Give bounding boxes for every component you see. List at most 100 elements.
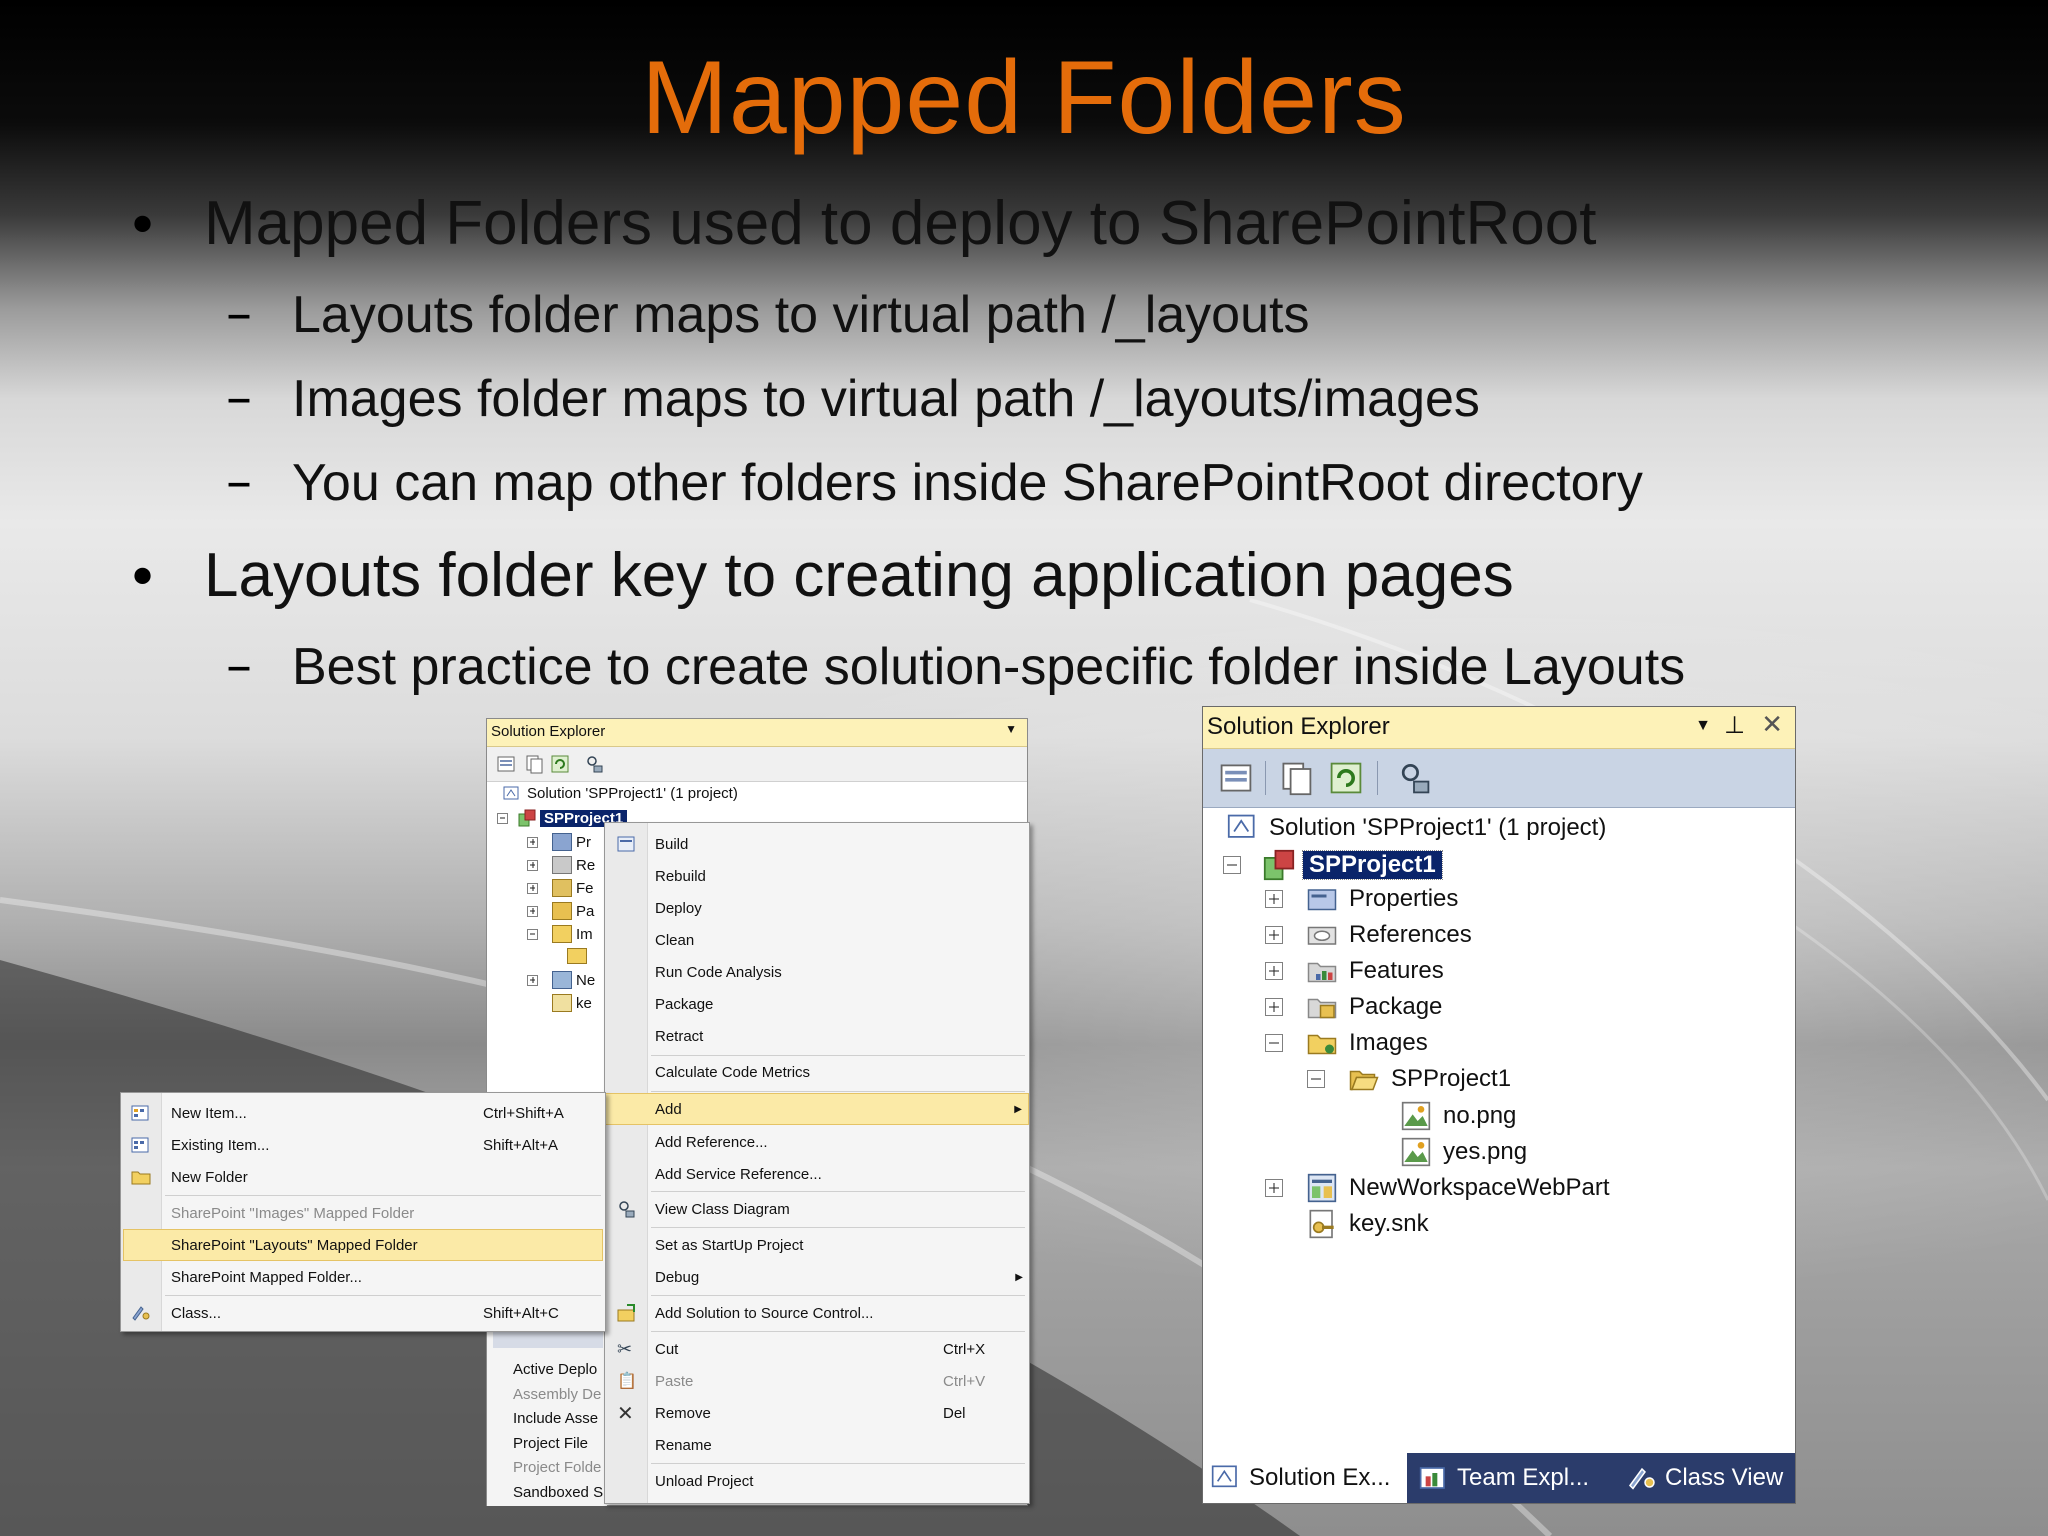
show-all-files-icon[interactable]	[523, 753, 545, 775]
expand-icon[interactable]	[527, 905, 538, 917]
tree-item-properties[interactable]: Properties	[1265, 885, 1458, 913]
menu-item-add[interactable]: Add ▶	[605, 1093, 1029, 1125]
property-name[interactable]: Active Deplo	[513, 1358, 603, 1383]
tree-item-references[interactable]: References	[1265, 921, 1472, 949]
key-icon	[552, 994, 572, 1012]
menu-item-unload-project[interactable]: Unload Project	[605, 1465, 1029, 1497]
menu-separator	[651, 1295, 1025, 1296]
menu-item-run-code-analysis[interactable]: Run Code Analysis	[605, 957, 1029, 987]
property-name[interactable]: Project File	[513, 1432, 603, 1457]
menu-item-new-item[interactable]: New Item... Ctrl+Shift+A	[121, 1097, 605, 1129]
left-tree-row[interactable]: Ne	[527, 971, 595, 989]
menu-item-deploy[interactable]: Deploy	[605, 893, 1029, 923]
view-class-diagram-icon[interactable]	[1395, 759, 1433, 797]
expand-icon[interactable]	[1265, 926, 1283, 944]
menu-item-images-mapped-folder[interactable]: SharePoint "Images" Mapped Folder	[121, 1197, 605, 1229]
expand-icon[interactable]	[527, 974, 538, 986]
tree-item-key-snk[interactable]: key.snk	[1307, 1209, 1429, 1239]
property-name[interactable]: Include Asse	[513, 1407, 603, 1432]
menu-item-sharepoint-mapped-folder[interactable]: SharePoint Mapped Folder...	[121, 1261, 605, 1293]
menu-item-new-folder[interactable]: New Folder	[121, 1161, 605, 1193]
refresh-icon[interactable]	[1327, 759, 1365, 797]
menu-item-retract[interactable]: Retract	[605, 1021, 1029, 1051]
property-name[interactable]: Assembly De	[513, 1383, 603, 1408]
right-solution-node[interactable]: Solution 'SPProject1' (1 project)	[1227, 813, 1606, 843]
left-tree-row[interactable]: Im	[527, 925, 593, 943]
menu-item-package[interactable]: Package	[605, 989, 1029, 1019]
tab-solution-explorer[interactable]: Solution Ex...	[1203, 1453, 1407, 1503]
tree-item-yes-png[interactable]: yes.png	[1401, 1137, 1527, 1167]
menu-item-clean[interactable]: Clean	[605, 925, 1029, 955]
collapse-icon[interactable]	[1265, 1034, 1283, 1052]
right-solution-explorer: Solution Explorer ▼ ⊥ ✕ Solution 'SPProj…	[1202, 706, 1796, 1504]
bullet-6: Best practice to create solution-specifi…	[292, 638, 1686, 696]
menu-item-add-reference[interactable]: Add Reference...	[605, 1127, 1029, 1157]
tab-team-explorer[interactable]: Team Expl...	[1415, 1453, 1605, 1503]
menu-item-set-startup-project[interactable]: Set as StartUp Project	[605, 1229, 1029, 1261]
expand-icon[interactable]	[527, 859, 538, 871]
tree-item-package[interactable]: Package	[1265, 993, 1442, 1021]
left-tree-row[interactable]: Pa	[527, 902, 594, 920]
menu-item-add-solution-to-source-control[interactable]: Add Solution to Source Control...	[605, 1297, 1029, 1329]
right-project-node[interactable]: SPProject1	[1223, 849, 1443, 881]
menu-item-rename[interactable]: Rename	[605, 1429, 1029, 1461]
pin-icon[interactable]: ⊥	[1724, 711, 1745, 740]
menu-item-calculate-code-metrics[interactable]: Calculate Code Metrics	[605, 1057, 1029, 1087]
tree-label: key.snk	[1349, 1210, 1429, 1237]
close-icon[interactable]: ✕	[1761, 709, 1783, 740]
tree-item-newworkspacewebpart[interactable]: NewWorkspaceWebPart	[1265, 1173, 1610, 1203]
show-all-files-icon[interactable]	[1277, 759, 1315, 797]
menu-item-cut[interactable]: ✂ Cut Ctrl+X	[605, 1333, 1029, 1365]
tree-label: Fe	[576, 879, 594, 897]
properties-icon[interactable]	[1217, 759, 1255, 797]
tab-class-view[interactable]: Class View	[1623, 1453, 1793, 1503]
collapse-icon[interactable]	[497, 812, 508, 824]
csharp-project-icon	[518, 809, 536, 827]
dropdown-arrow-icon[interactable]: ▼	[1695, 717, 1711, 735]
collapse-icon[interactable]	[1307, 1070, 1325, 1088]
tree-label: Package	[1349, 993, 1443, 1020]
expand-icon[interactable]	[1265, 890, 1283, 908]
menu-item-paste[interactable]: 📋 Paste Ctrl+V	[605, 1365, 1029, 1397]
tree-item-images[interactable]: Images	[1265, 1029, 1428, 1057]
collapse-icon[interactable]	[1223, 856, 1241, 874]
expand-icon[interactable]	[1265, 962, 1283, 980]
tree-item-no-png[interactable]: no.png	[1401, 1101, 1516, 1131]
menu-item-existing-item[interactable]: Existing Item... Shift+Alt+A	[121, 1129, 605, 1161]
left-tree-row[interactable]: Re	[527, 856, 595, 874]
expand-icon[interactable]	[527, 836, 538, 848]
expand-icon[interactable]	[1265, 1179, 1283, 1197]
left-tree-row[interactable]: Pr	[527, 833, 591, 851]
left-tree-row[interactable]: ke	[552, 994, 592, 1012]
csharp-project-icon	[1263, 849, 1295, 881]
menu-item-add-service-reference[interactable]: Add Service Reference...	[605, 1159, 1029, 1189]
package-icon	[552, 902, 572, 920]
expand-icon[interactable]	[527, 882, 538, 894]
property-name[interactable]: Sandboxed S	[513, 1481, 603, 1506]
tree-label: Pa	[576, 902, 595, 920]
property-name[interactable]: Project Folde	[513, 1456, 603, 1481]
project-context-menu: Build Rebuild Deploy Clean Run Code Anal…	[604, 822, 1030, 1504]
menu-item-class[interactable]: Class... Shift+Alt+C	[121, 1297, 605, 1329]
refresh-icon[interactable]	[549, 753, 571, 775]
bullet-1: Mapped Folders used to deploy to SharePo…	[204, 189, 1597, 258]
left-solution-node[interactable]: Solution 'SPProject1' (1 project)	[503, 785, 738, 802]
menu-item-layouts-mapped-folder[interactable]: SharePoint "Layouts" Mapped Folder	[123, 1229, 603, 1261]
left-tree-row[interactable]	[567, 948, 591, 964]
open-folder-icon	[1349, 1066, 1379, 1092]
menu-item-build[interactable]: Build	[605, 829, 1029, 859]
tree-item-spproject1-folder[interactable]: SPProject1	[1307, 1065, 1511, 1093]
menu-item-rebuild[interactable]: Rebuild	[605, 861, 1029, 891]
view-class-diagram-icon[interactable]	[583, 753, 605, 775]
tree-label: Properties	[1349, 885, 1459, 912]
tree-item-features[interactable]: Features	[1265, 957, 1444, 985]
menu-item-view-class-diagram[interactable]: View Class Diagram	[605, 1193, 1029, 1225]
dropdown-arrow-icon[interactable]: ▼	[1005, 722, 1017, 736]
tree-label: Pr	[576, 833, 591, 851]
expand-icon[interactable]	[1265, 998, 1283, 1016]
menu-item-remove[interactable]: ✕ Remove Del	[605, 1397, 1029, 1429]
left-tree-row[interactable]: Fe	[527, 879, 594, 897]
menu-item-debug[interactable]: Debug ▶	[605, 1261, 1029, 1293]
properties-icon[interactable]	[495, 753, 517, 775]
collapse-icon[interactable]	[527, 928, 538, 940]
